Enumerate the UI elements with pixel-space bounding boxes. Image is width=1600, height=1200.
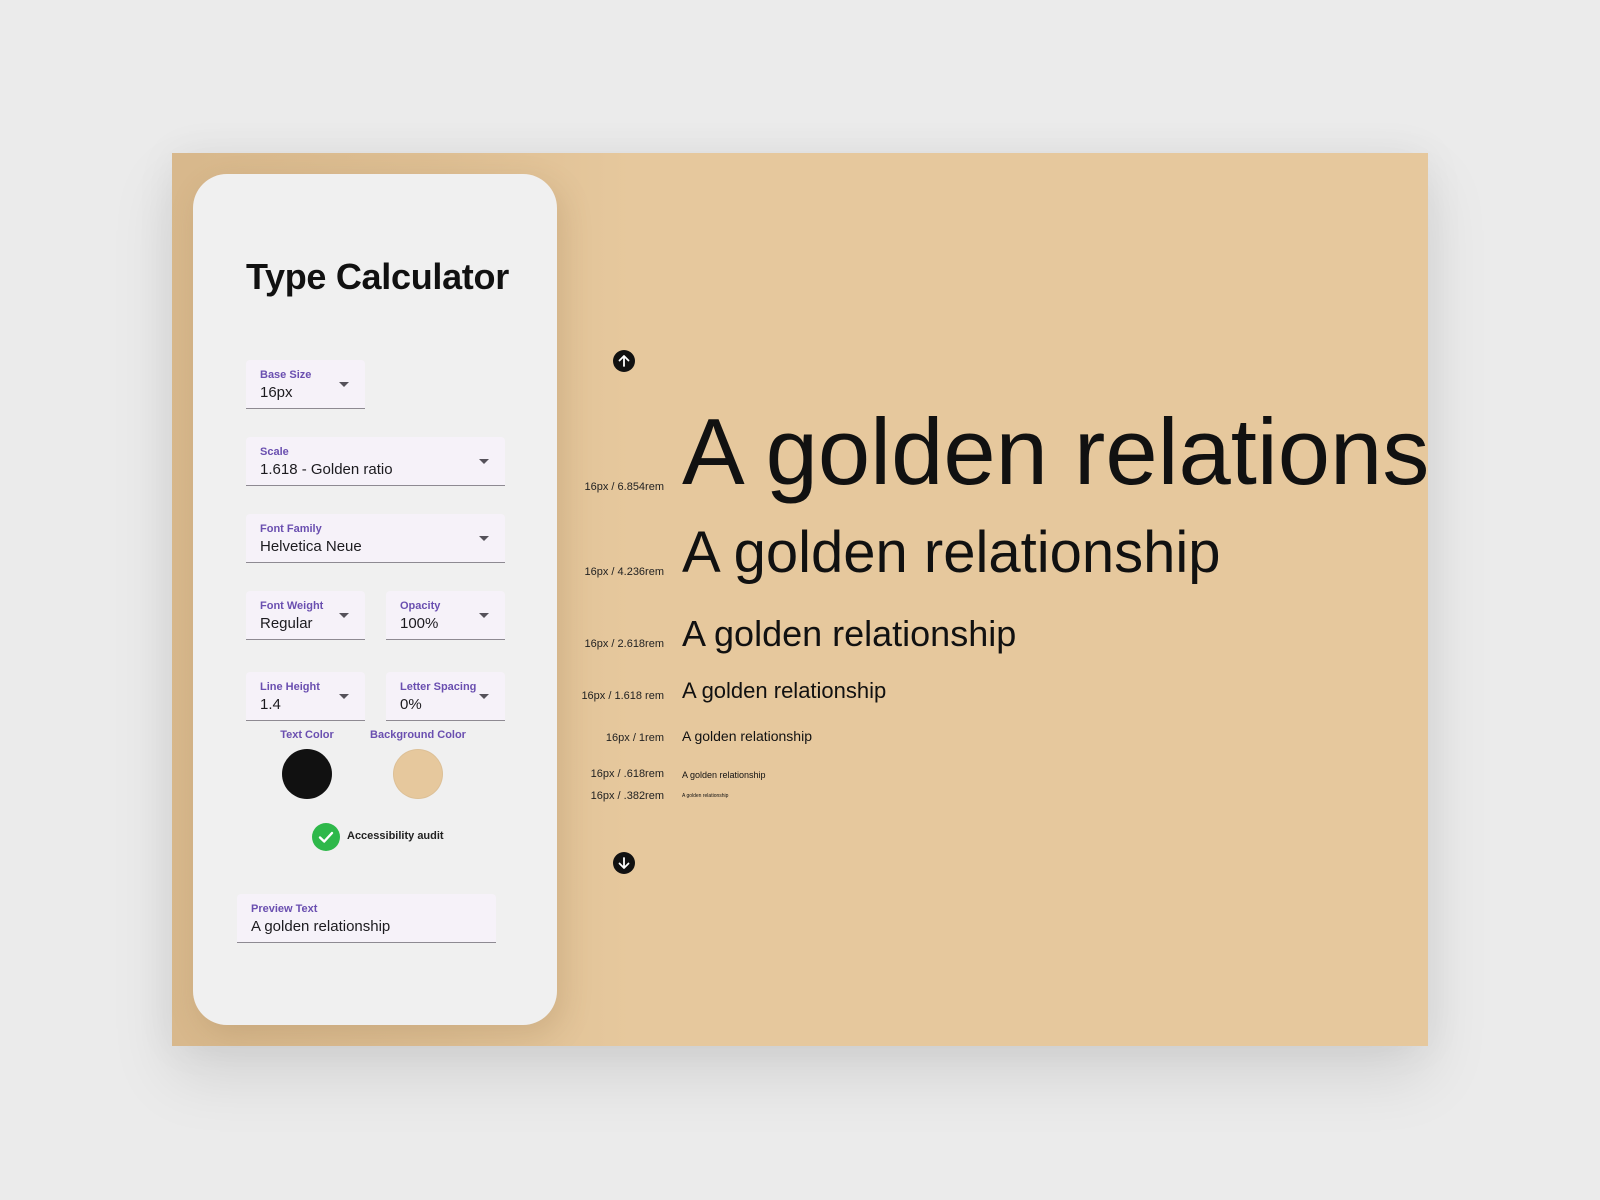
sample-size-label: 16px / 1.618 rem [581, 690, 664, 702]
sample-text: A golden relationship [682, 613, 1017, 654]
sample-size-label: 16px / 6.854rem [584, 481, 665, 493]
chevron-down-icon [339, 694, 349, 699]
font-weight-value: Regular [260, 615, 313, 632]
sample-size-label: 16px / 2.618rem [584, 638, 665, 650]
base-size-select[interactable]: Base Size 16px [246, 360, 365, 409]
sample-size-label: 16px / 4.236rem [584, 566, 665, 578]
preview-text-input[interactable]: Preview Text A golden relationship [237, 894, 496, 943]
text-color-label: Text Color [280, 729, 334, 741]
background-color-label: Background Color [370, 729, 466, 741]
font-weight-label: Font Weight [260, 600, 324, 612]
sample-size-label: 16px / 1rem [605, 732, 664, 744]
scroll-down-button[interactable] [613, 852, 635, 874]
sample-text: A golden relationship [682, 728, 812, 744]
opacity-select[interactable]: Opacity 100% [386, 591, 505, 640]
chevron-down-icon [479, 536, 489, 541]
letter-spacing-label: Letter Spacing [400, 681, 477, 693]
scale-value: 1.618 - Golden ratio [260, 461, 393, 478]
chevron-down-icon [479, 694, 489, 699]
scale-select[interactable]: Scale 1.618 - Golden ratio [246, 437, 505, 486]
preview-text-label: Preview Text [251, 903, 318, 915]
scale-label: Scale [260, 446, 289, 458]
control-panel: Type Calculator Base Size 16px Scale 1.6… [193, 174, 557, 1025]
line-height-value: 1.4 [260, 696, 281, 713]
sample-text: A golden relationship [682, 399, 1428, 504]
base-size-label: Base Size [260, 369, 312, 381]
sample-text: A golden relationship [682, 770, 766, 780]
preview-text-value[interactable]: A golden relationship [251, 918, 390, 935]
chevron-down-icon [479, 613, 489, 618]
chevron-down-icon [339, 613, 349, 618]
app-title: Type Calculator [246, 256, 509, 297]
arrow-up-icon [618, 355, 630, 367]
opacity-value: 100% [400, 615, 439, 632]
chevron-down-icon [339, 382, 349, 387]
font-family-value: Helvetica Neue [260, 538, 362, 555]
sample-text: A golden relationship [682, 678, 887, 703]
preview-canvas: Type Calculator Base Size 16px Scale 1.6… [172, 153, 1428, 1046]
sample-size-label: 16px / .618rem [590, 768, 664, 780]
letter-spacing-select[interactable]: Letter Spacing 0% [386, 672, 505, 721]
check-circle-icon [312, 823, 340, 851]
line-height-select[interactable]: Line Height 1.4 [246, 672, 365, 721]
scroll-up-button[interactable] [613, 350, 635, 372]
base-size-value: 16px [260, 384, 293, 401]
font-family-select[interactable]: Font Family Helvetica Neue [246, 514, 505, 563]
sample-size-label: 16px / .382rem [590, 790, 664, 802]
font-weight-select[interactable]: Font Weight Regular [246, 591, 365, 640]
text-color-swatch[interactable] [282, 749, 332, 799]
sample-text: A golden relationship [682, 793, 729, 799]
sample-text: A golden relationship [682, 520, 1221, 585]
font-family-label: Font Family [260, 523, 322, 535]
chevron-down-icon [479, 459, 489, 464]
opacity-label: Opacity [400, 600, 441, 612]
arrow-down-icon [618, 857, 630, 869]
background-color-swatch[interactable] [393, 749, 443, 799]
letter-spacing-value: 0% [400, 696, 422, 713]
line-height-label: Line Height [260, 681, 320, 693]
accessibility-audit-label: Accessibility audit [347, 830, 444, 842]
